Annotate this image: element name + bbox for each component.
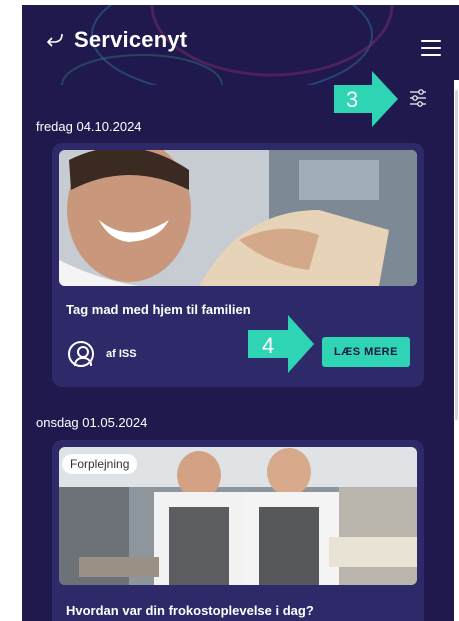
app-title: Servicenyt [74,27,188,52]
scrollbar[interactable] [454,80,459,621]
app-header: Servicenyt [22,5,459,75]
callout-arrow-4: 4 [246,313,318,375]
back-arrow-icon[interactable] [46,30,66,50]
news-card[interactable]: Tag mad med hjem til familien af ISS LÆS… [52,143,424,387]
callout-arrow-3: 3 [332,69,402,129]
news-card[interactable]: Forplejning Hvordan var din frokostoplev… [52,440,424,621]
read-more-button[interactable]: LÆS MERE [322,337,410,367]
app-window: Servicenyt 3 fredag 04.10.2024 Tag mad m… [22,5,459,621]
news-image [59,150,417,286]
author-name: af ISS [106,348,137,360]
news-title[interactable]: Tag mad med hjem til familien [66,302,251,317]
scrollbar-thumb[interactable] [455,90,458,420]
callout-number-4: 4 [262,333,275,358]
news-author: af ISS [68,341,137,367]
news-date: onsdag 01.05.2024 [36,415,148,430]
user-avatar-icon [68,341,94,367]
filter-sliders-icon[interactable] [407,87,429,109]
category-tag: Forplejning [62,454,138,474]
news-date: fredag 04.10.2024 [36,119,142,134]
callout-number-3: 3 [346,87,359,112]
hamburger-menu-icon[interactable] [421,40,441,56]
news-title[interactable]: Hvordan var din frokostoplevelse i dag? [66,603,314,618]
